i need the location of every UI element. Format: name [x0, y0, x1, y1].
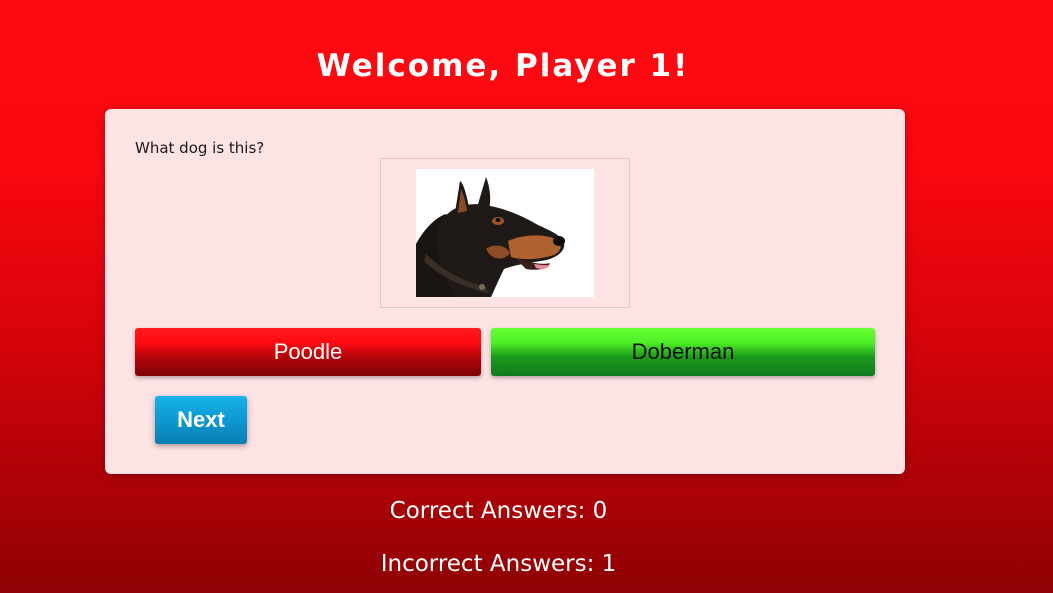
answer-poodle-button[interactable]: Poodle: [135, 328, 481, 376]
answer-doberman-button[interactable]: Doberman: [491, 328, 875, 376]
incorrect-answers-count: Incorrect Answers: 1: [380, 551, 617, 577]
doberman-image: [416, 169, 594, 297]
correct-answers-count: Correct Answers: 0: [389, 498, 608, 524]
page-title: Welcome, Player 1!: [316, 48, 690, 84]
doberman-icon: [416, 169, 594, 297]
question-text: What dog is this?: [135, 139, 265, 157]
quiz-card: What dog is this? Poodle Doberman Next: [105, 109, 905, 474]
question-image-frame: [380, 158, 630, 308]
next-button[interactable]: Next: [155, 396, 247, 444]
